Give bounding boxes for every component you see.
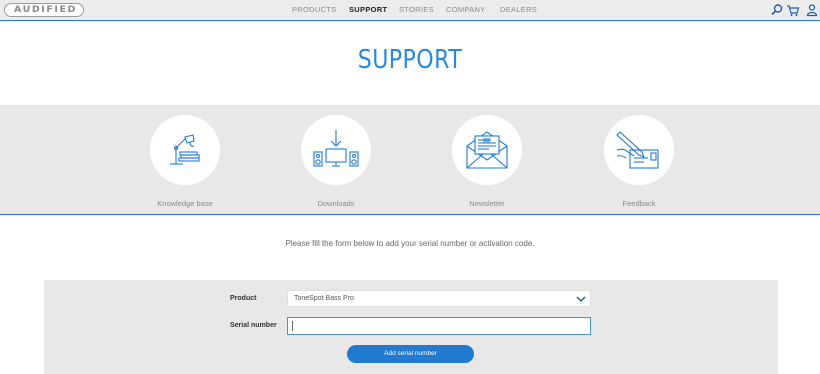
downloads-label[interactable]: Downloads bbox=[276, 199, 396, 208]
form-instruction: Please fill the form below to add your s… bbox=[285, 239, 535, 248]
audified-logo[interactable]: AUDIFIED bbox=[4, 3, 84, 17]
newsletter-label[interactable]: Newsletter bbox=[427, 199, 547, 208]
envelope-icon bbox=[466, 131, 508, 169]
cart-icon[interactable] bbox=[786, 3, 800, 17]
knowledge-base-circle[interactable] bbox=[150, 115, 220, 185]
feedback-label[interactable]: Feedback bbox=[579, 199, 699, 208]
nav-stories[interactable]: STORIES bbox=[399, 5, 434, 14]
top-nav-bar: AUDIFIED PRODUCTS SUPPORT STORIES COMPAN… bbox=[0, 0, 820, 20]
serial-number-label: Serial number bbox=[230, 322, 277, 329]
product-select[interactable]: ToneSpot Bass Pro bbox=[287, 290, 591, 307]
downloads-circle[interactable] bbox=[301, 115, 371, 185]
nav-products[interactable]: PRODUCTS bbox=[292, 5, 337, 14]
chevron-down-icon[interactable] bbox=[575, 293, 587, 305]
pen-writing-icon bbox=[616, 131, 659, 169]
product-label: Product bbox=[230, 295, 257, 302]
nav-dealers[interactable]: DEALERS bbox=[500, 5, 537, 14]
feedback-circle[interactable] bbox=[604, 115, 674, 185]
nav-support[interactable]: SUPPORT bbox=[349, 5, 387, 14]
header-divider bbox=[0, 20, 820, 21]
logo-text: AUDIFIED bbox=[14, 5, 77, 15]
search-icon[interactable] bbox=[770, 3, 784, 17]
user-icon[interactable] bbox=[805, 3, 819, 17]
download-speakers-icon bbox=[313, 130, 359, 167]
product-select-value: ToneSpot Bass Pro bbox=[294, 295, 354, 302]
knowledge-base-link[interactable]: Knowledge base bbox=[125, 115, 245, 208]
newsletter-link[interactable]: Newsletter bbox=[427, 115, 547, 208]
text-caret bbox=[292, 321, 293, 331]
feedback-link[interactable]: Feedback bbox=[579, 115, 699, 208]
serial-number-input[interactable] bbox=[287, 317, 591, 335]
lamp-books-icon bbox=[170, 134, 200, 165]
serial-form: Product ToneSpot Bass Pro Serial number … bbox=[44, 280, 778, 374]
newsletter-circle[interactable] bbox=[452, 115, 522, 185]
add-serial-number-button[interactable]: Add serial number bbox=[347, 345, 474, 363]
support-links-band: Knowledge base Downloads Newsletter Feed… bbox=[0, 105, 820, 215]
page-title: SUPPORT bbox=[357, 45, 463, 75]
downloads-link[interactable]: Downloads bbox=[276, 115, 396, 208]
knowledge-base-label[interactable]: Knowledge base bbox=[125, 199, 245, 208]
nav-company[interactable]: COMPANY bbox=[446, 5, 485, 14]
